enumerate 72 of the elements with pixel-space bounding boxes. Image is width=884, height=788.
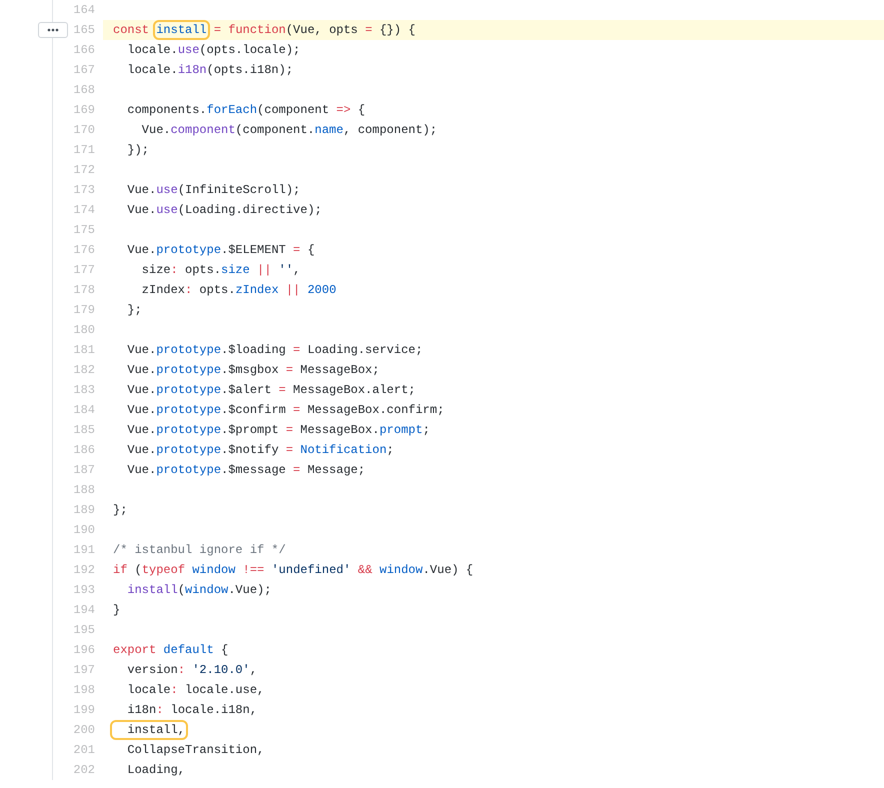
code-line: Vue.prototype.$alert = MessageBox.alert;	[126, 382, 416, 399]
line-number[interactable]: 181	[73, 343, 95, 357]
line-number[interactable]: 191	[73, 543, 95, 557]
line-number[interactable]: 189	[73, 503, 95, 517]
code-line: }	[113, 602, 122, 619]
code-line: install(window.Vue);	[126, 582, 272, 599]
line-number[interactable]: 176	[73, 243, 95, 257]
line-number[interactable]: 180	[73, 323, 95, 337]
line-number[interactable]: 199	[73, 703, 95, 717]
line-number[interactable]: 193	[73, 583, 95, 597]
line-number[interactable]: 202	[73, 763, 95, 777]
line-number[interactable]: 183	[73, 383, 95, 397]
code-line: Vue.prototype.$ELEMENT = {	[126, 242, 316, 259]
code-line: locale.use(opts.locale);	[126, 42, 302, 59]
line-actions-button[interactable]	[38, 22, 68, 38]
line-number[interactable]: 185	[73, 423, 95, 437]
line-number[interactable]: 195	[73, 623, 95, 637]
code-line: i18n: locale.i18n,	[126, 702, 258, 719]
line-number[interactable]: 171	[73, 143, 95, 157]
code-line: locale: locale.use,	[126, 682, 266, 699]
code-line: components.forEach(component => {	[126, 102, 366, 119]
code-line: Vue.prototype.$confirm = MessageBox.confirm;	[126, 402, 446, 419]
code-line: install,	[113, 720, 190, 740]
line-number[interactable]: 165	[73, 23, 95, 37]
line-number[interactable]: 182	[73, 363, 95, 377]
line-number[interactable]: 198	[73, 683, 95, 697]
line-number[interactable]: 166	[73, 43, 95, 57]
code-line: Vue.prototype.$loading = Loading.service;	[126, 342, 424, 359]
code-line: Vue.use(Loading.directive);	[126, 202, 323, 219]
line-number[interactable]: 196	[73, 643, 95, 657]
code-line: Vue.prototype.$msgbox = MessageBox;	[126, 362, 380, 379]
line-number[interactable]: 194	[73, 603, 95, 617]
line-number[interactable]: 178	[73, 283, 95, 297]
code-line: zIndex: opts.zIndex || 2000	[140, 282, 338, 299]
code-line: Vue.use(InfiniteScroll);	[126, 182, 302, 199]
code-line: export default {	[113, 642, 230, 659]
line-number[interactable]: 190	[73, 523, 95, 537]
line-number[interactable]: 201	[73, 743, 95, 757]
code-line: Vue.prototype.$notify = Notification;	[126, 442, 395, 459]
code-line: /* istanbul ignore if */	[113, 542, 287, 559]
line-number[interactable]: 184	[73, 403, 95, 417]
line-number[interactable]: 179	[73, 303, 95, 317]
code-line: Vue.component(component.name, component);	[140, 122, 438, 139]
more-icon	[47, 28, 59, 32]
code-line: locale.i18n(opts.i18n);	[126, 62, 294, 79]
code-line: CollapseTransition,	[126, 742, 266, 759]
line-number[interactable]: 192	[73, 563, 95, 577]
line-number[interactable]: 170	[73, 123, 95, 137]
line-number[interactable]: 167	[73, 63, 95, 77]
line-number[interactable]: 188	[73, 483, 95, 497]
line-number[interactable]: 174	[73, 203, 95, 217]
code-line: Vue.prototype.$prompt = MessageBox.prompt;	[126, 422, 431, 439]
code-line: };	[126, 302, 143, 319]
line-number[interactable]: 175	[73, 223, 95, 237]
line-number[interactable]: 173	[73, 183, 95, 197]
line-number[interactable]: 164	[73, 3, 95, 17]
code-line: };	[113, 502, 128, 519]
code-line: Vue.prototype.$message = Message;	[126, 462, 366, 479]
code-line: Loading,	[126, 762, 186, 779]
line-number[interactable]: 187	[73, 463, 95, 477]
line-number[interactable]: 200	[73, 723, 95, 737]
line-number[interactable]: 168	[73, 83, 95, 97]
line-number[interactable]: 177	[73, 263, 95, 277]
line-number[interactable]: 172	[73, 163, 95, 177]
line-number[interactable]: 186	[73, 443, 95, 457]
line-number[interactable]: 197	[73, 663, 95, 677]
line-number[interactable]: 169	[73, 103, 95, 117]
code-line: if (typeof window !== 'undefined' && window.Vue) {	[113, 562, 474, 579]
code-line: size: opts.size || '',	[140, 262, 302, 279]
code-line: version: '2.10.0',	[126, 662, 258, 679]
code-line: const install = function(Vue, opts = {}) {	[113, 20, 420, 40]
code-line: });	[126, 142, 150, 159]
